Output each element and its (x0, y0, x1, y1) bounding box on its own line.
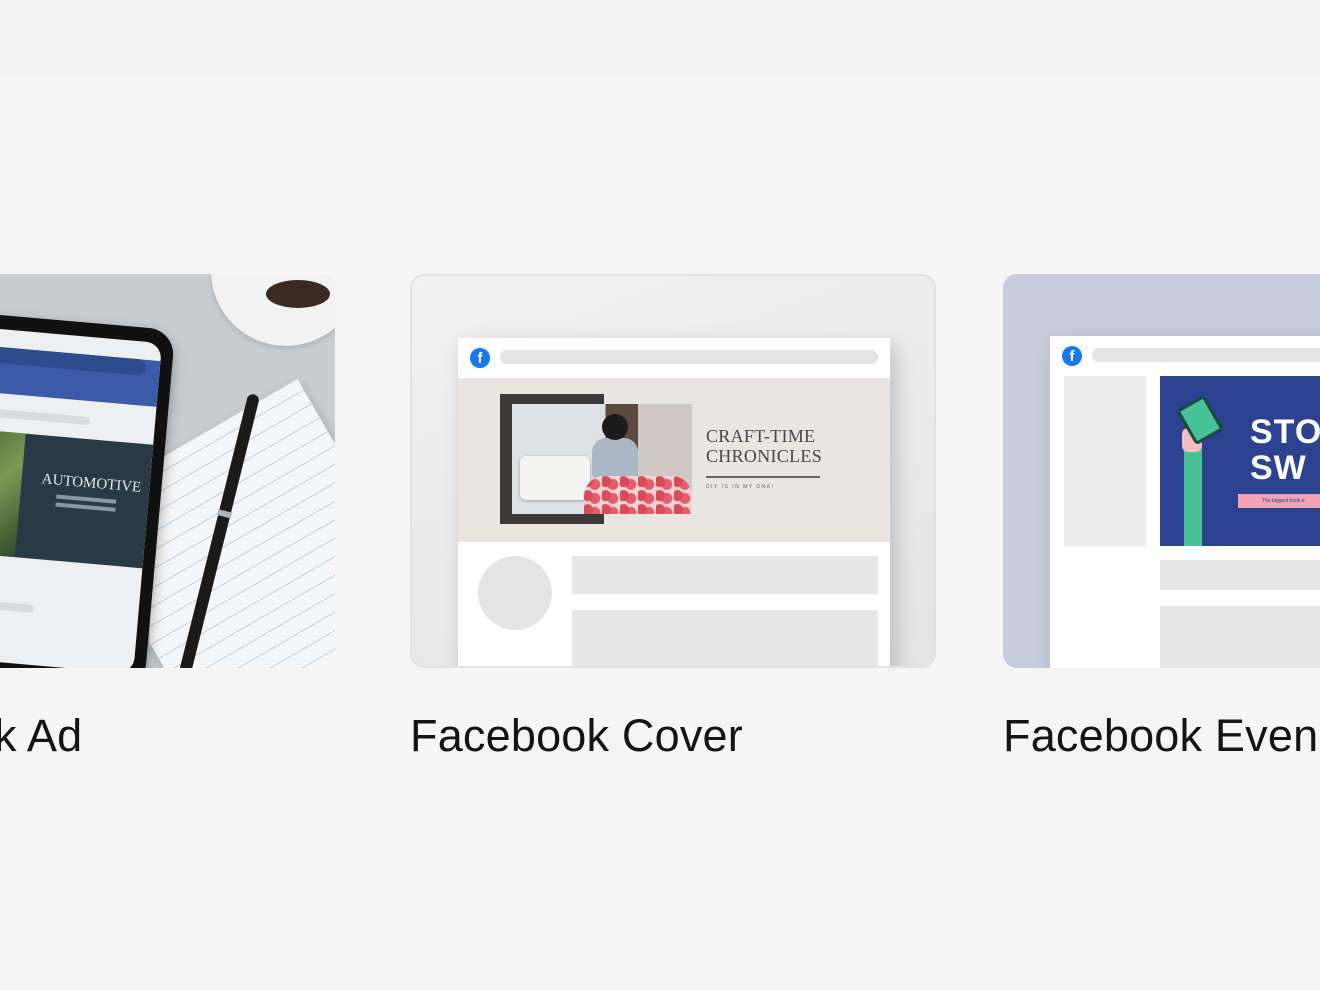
top-band (0, 0, 1320, 76)
card-label-facebook-event[interactable]: Facebook Even (1003, 710, 1318, 762)
sewing-photo (512, 404, 692, 514)
placeholder-bar (0, 406, 91, 426)
ad-banner: AUTOMOTIVE (0, 427, 154, 569)
template-card-facebook-event[interactable]: f STO SW The biggest book e (1003, 274, 1320, 668)
placeholder-bar (572, 556, 878, 594)
event-strip: The biggest book e (1238, 494, 1320, 508)
card-label-facebook-ad[interactable]: k Ad (0, 710, 82, 762)
arm-illustration (1184, 446, 1202, 546)
event-poster: STO SW The biggest book e (1160, 376, 1320, 546)
template-card-facebook-cover[interactable]: f CRAFT-TIME CHRONICLES DIY IS IN MY DNA… (410, 274, 936, 668)
fb-header: f (458, 338, 890, 378)
forest-image (0, 427, 26, 558)
avatar-placeholder (478, 556, 552, 630)
phone-fb-header (0, 343, 161, 407)
phone-mockup: AUTOMOTIVE (0, 311, 176, 668)
fb-window-mockup: f CRAFT-TIME CHRONICLES DIY IS IN MY DNA… (458, 338, 890, 666)
cover-title: CRAFT-TIME CHRONICLES (706, 426, 823, 466)
search-bar-placeholder (500, 350, 878, 364)
ad-brand-text: AUTOMOTIVE (41, 471, 142, 496)
ad-tagline (56, 494, 117, 504)
fb-header: f (1050, 336, 1320, 376)
placeholder-bar (1160, 560, 1320, 590)
facebook-icon: f (470, 348, 490, 368)
sidebar-placeholder (1064, 376, 1146, 546)
floral-fabric (584, 476, 692, 514)
fb-window-mockup: f STO SW The biggest book e (1050, 336, 1320, 668)
search-bar-placeholder (1092, 348, 1320, 362)
coffee-cup-image (211, 274, 335, 346)
event-title: STO SW (1250, 413, 1320, 487)
person-head (602, 414, 628, 440)
placeholder-block (1160, 606, 1320, 668)
cover-rule (706, 476, 820, 478)
placeholder-bar (0, 598, 34, 613)
card-label-facebook-cover[interactable]: Facebook Cover (410, 710, 743, 762)
template-card-facebook-ad[interactable]: AUTOMOTIVE (0, 274, 335, 668)
facebook-icon: f (1062, 346, 1082, 366)
sewing-machine-image (520, 456, 590, 500)
placeholder-block (572, 610, 878, 666)
cover-subtitle: DIY IS IN MY DNA! (706, 484, 775, 490)
event-strip-text: The biggest book e (1262, 498, 1305, 504)
phone-screen: AUTOMOTIVE (0, 325, 163, 668)
person-body (592, 438, 638, 478)
cover-area: CRAFT-TIME CHRONICLES DIY IS IN MY DNA! (458, 378, 890, 542)
